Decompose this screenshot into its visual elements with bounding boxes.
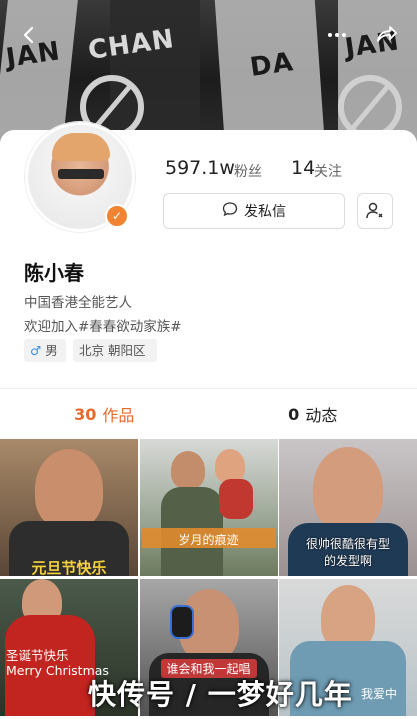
following-label[interactable]: 关注 (314, 161, 342, 181)
tab-dynamics[interactable]: 0 动态 (209, 389, 417, 439)
share-icon[interactable] (372, 22, 402, 52)
more-icon[interactable] (322, 22, 352, 52)
message-icon (222, 201, 238, 221)
watermark: 快传号 / 一梦好几年 (88, 678, 353, 711)
send-message-label: 发私信 (244, 204, 286, 220)
tab-works-label: 作品 (102, 406, 135, 425)
tab-works[interactable]: 30 作品 (0, 389, 209, 439)
thumbnail-caption: 岁月的痕迹 (178, 533, 239, 547)
profile-name: 陈小春 (24, 261, 84, 285)
content-tabs: 30 作品 0 动态 (0, 388, 417, 439)
gender-label: 男 (45, 343, 58, 358)
verified-icon: ✓ (105, 204, 129, 228)
add-follow-icon[interactable] (357, 193, 393, 229)
thumbnail-caption: 的发型啊 (323, 554, 373, 568)
back-icon[interactable] (14, 22, 44, 52)
location-tag: 北京 朝阳区 (73, 339, 157, 362)
bio-line[interactable]: 欢迎加入#春春欲动家族# (24, 315, 182, 335)
followers-label[interactable]: 粉丝 (234, 161, 262, 181)
tab-works-count: 30 (74, 404, 97, 424)
send-message-button[interactable]: 发私信 (163, 193, 345, 229)
tab-dynamics-label: 动态 (305, 406, 338, 425)
video-thumbnail[interactable]: 元旦节快乐 (0, 439, 138, 576)
thumbnail-caption: 元旦节快乐 (31, 559, 107, 576)
followers-count[interactable]: 597.1w (165, 157, 235, 179)
thumbnail-caption: 圣诞节快乐 (6, 648, 69, 663)
profile-banner: JAN CHAN DA JAN (0, 0, 417, 143)
video-thumbnail[interactable]: 很帅很酷很有型 的发型啊 (279, 439, 417, 576)
tab-dynamics-count: 0 (288, 404, 300, 424)
video-thumbnail[interactable]: 岁月的痕迹 (139, 439, 278, 576)
thumbnail-caption: 很帅很酷很有型 (305, 537, 391, 551)
following-count[interactable]: 14 (291, 157, 315, 179)
gender-tag: ♂ 男 (24, 339, 66, 362)
bio-line: 中国香港全能艺人 (24, 295, 132, 311)
banner-text: DA (248, 47, 296, 83)
thumbnail-caption: 我爱中 (361, 687, 398, 701)
male-icon: ♂ (30, 343, 42, 358)
